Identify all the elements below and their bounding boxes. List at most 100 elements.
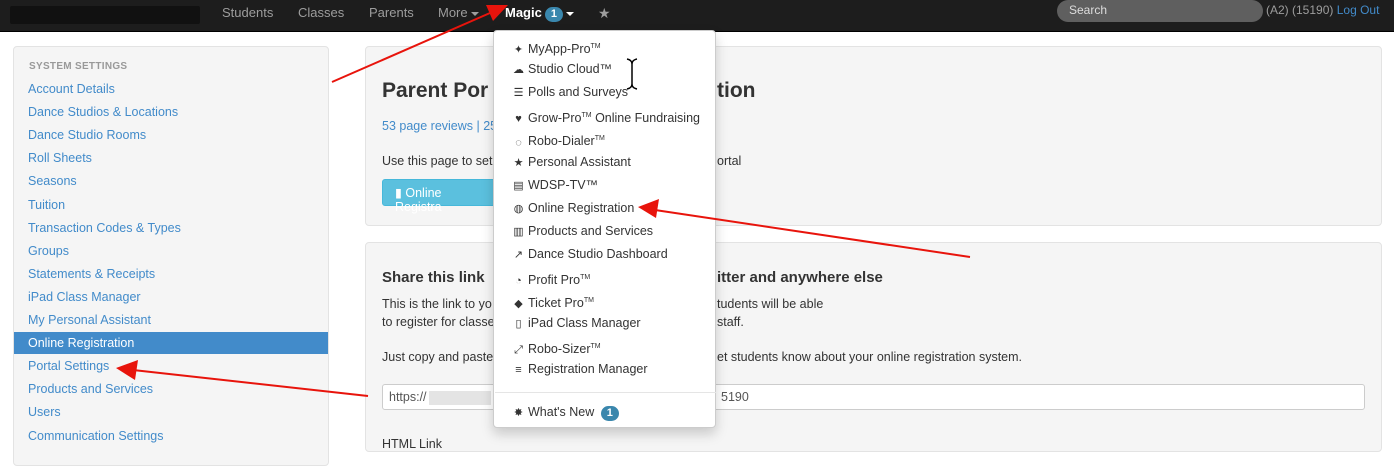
online-registration-button[interactable]: ▮ Online Registra — [382, 179, 502, 214]
sidebar-item-account-details[interactable]: Account Details — [14, 78, 328, 100]
menu-item-label: Ticket Pro — [528, 296, 584, 311]
nav-students[interactable]: Students — [222, 0, 273, 32]
whats-new-badge: 1 — [600, 406, 619, 421]
url-prefix: https:// — [389, 390, 427, 404]
menu-item-label: Online Registration — [528, 200, 635, 215]
trademark-mark: TM — [580, 274, 591, 281]
menu-item-label: Registration Manager — [528, 362, 648, 377]
menu-item-registration-manager[interactable]: ≡ Registration Manager — [494, 358, 715, 381]
menu-item-robo-dialer[interactable]: ◌ Robo-DialerTM — [494, 127, 715, 150]
page-title: Parent Por — [382, 79, 489, 102]
page-title-tail: tion — [717, 79, 756, 102]
nav-classes[interactable]: Classes — [298, 0, 344, 32]
form-icon: ▮ — [395, 186, 402, 200]
caret-down-icon — [565, 11, 574, 16]
trademark-mark: TM — [594, 135, 605, 143]
menu-item-personal-assistant[interactable]: ★ Personal Assistant — [494, 151, 715, 174]
share-text-3: Just copy and paste — [382, 350, 494, 364]
account-id: (A2) (15190) — [1266, 3, 1334, 17]
chart-icon: ↗ — [513, 248, 524, 261]
trademark-mark: TM — [590, 43, 601, 50]
sidebar-item-ipad-class-manager[interactable]: iPad Class Manager — [14, 286, 328, 308]
settings-sidebar: SYSTEM SETTINGS Account Details Dance Stu… — [13, 46, 329, 466]
menu-item-whats-new[interactable]: ✸ What's New 1 — [494, 401, 715, 424]
menu-item-robo-sizer[interactable]: ⤢ Robo-SizerTM — [494, 335, 715, 358]
sidebar-item-tuition[interactable]: Tuition — [14, 194, 328, 216]
menu-item-ticket-pro[interactable]: ◆ Ticket ProTM — [494, 289, 715, 312]
menu-item-label: Studio Cloud™ — [528, 62, 613, 77]
burst-icon: ✸ — [513, 407, 524, 419]
sidebar-item-groups[interactable]: Groups — [14, 240, 328, 262]
menu-item-myapp-pro[interactable]: ✦ MyApp-ProTM — [494, 35, 715, 58]
menu-item-ipad-class-manager[interactable]: ▯ iPad Class Manager — [494, 312, 715, 335]
list-icon: ☰ — [513, 87, 524, 100]
logout-link[interactable]: Log Out — [1337, 3, 1380, 17]
sidebar-item-online-registration[interactable]: Online Registration — [14, 332, 328, 355]
sidebar-item-statements-receipts[interactable]: Statements & Receipts — [14, 263, 328, 285]
share-text-2: to register for classe — [382, 315, 495, 329]
film-icon: ▤ — [513, 179, 524, 192]
share-heading-tail: itter and anywhere else — [717, 269, 883, 286]
tablet-icon: ▯ — [515, 318, 522, 331]
nav-parents[interactable]: Parents — [369, 0, 414, 32]
barcode-icon: ▥ — [513, 225, 524, 238]
search-input[interactable]: Search — [1057, 0, 1263, 22]
page-reviews-link[interactable]: 53 page reviews | 25 — [382, 119, 497, 133]
share-text-3-tail: et students know about your online regis… — [717, 350, 1023, 364]
page-description: Use this page to set — [382, 154, 493, 168]
url-suffix: 5190 — [721, 390, 749, 404]
sidebar-item-products-and-services[interactable]: Products and Services — [14, 378, 328, 400]
magic-dropdown-menu: ✦ MyApp-ProTM ☁ Studio Cloud™ ☰ Polls and Sur… — [493, 30, 716, 428]
cloud-icon: ☁ — [513, 64, 524, 77]
menu-item-grow-pro[interactable]: ♥ Grow-ProTM Online Fundraising — [494, 104, 715, 127]
menu-item-dance-studio-dashboard[interactable]: ↗ Dance Studio Dashboard — [494, 243, 715, 266]
sidebar-item-dance-studio-rooms[interactable]: Dance Studio Rooms — [14, 124, 328, 146]
globe-icon: ◍ — [513, 202, 524, 215]
stack-icon: ≡ — [515, 364, 522, 377]
sidebar-item-dance-studios-locations[interactable]: Dance Studios & Locations — [14, 101, 328, 123]
menu-item-products-and-services[interactable]: ▥ Products and Services — [494, 220, 715, 243]
user-info: (A2) (15190) Log Out — [1266, 3, 1379, 17]
menu-item-label: Dance Studio Dashboard — [528, 246, 668, 261]
caret-down-icon — [470, 11, 479, 16]
menu-item-label: Profit Pro — [528, 273, 581, 288]
sidebar-item-my-personal-assistant[interactable]: My Personal Assistant — [14, 309, 328, 331]
menu-item-studio-cloud[interactable]: ☁ Studio Cloud™ — [494, 58, 715, 81]
nav-magic[interactable]: Magic 1 — [505, 0, 574, 32]
share-text-2-tail: staff. — [717, 315, 744, 329]
menu-item-profit-pro[interactable]: ◔ Profit ProTM — [494, 266, 715, 289]
sidebar-item-communication-settings[interactable]: Communication Settings — [14, 425, 328, 447]
menu-item-label: Products and Services — [528, 223, 654, 238]
menu-item-label: Polls and Surveys — [528, 85, 629, 100]
trademark-mark: TM — [581, 112, 592, 120]
top-navbar: Students Classes Parents More Magic 1 ★ S… — [0, 0, 1394, 32]
button-label: Online Registra — [395, 186, 442, 214]
nav-more[interactable]: More — [438, 0, 479, 32]
sidebar-item-transaction-codes-types[interactable]: Transaction Codes & Types — [14, 217, 328, 239]
sidebar-item-users[interactable]: Users — [14, 401, 328, 423]
share-heading: Share this link — [382, 269, 485, 286]
menu-item-label: MyApp-Pro — [528, 42, 591, 57]
menu-item-label: Grow-Pro — [528, 111, 582, 126]
sidebar-heading: SYSTEM SETTINGS — [29, 61, 128, 72]
menu-item-online-registration[interactable]: ◍ Online Registration — [494, 197, 715, 220]
trademark-mark: TM — [583, 297, 594, 305]
menu-item-label: Robo-Sizer — [528, 342, 591, 357]
brand-logo[interactable] — [10, 6, 200, 24]
whats-new-label: What's New — [528, 405, 595, 419]
star-icon[interactable]: ★ — [598, 0, 611, 32]
share-text-1: This is the link to yo — [382, 297, 492, 311]
menu-item-suffix: Online Fundraising — [591, 111, 700, 126]
trademark-mark: TM — [590, 343, 601, 351]
menu-item-label: Robo-Dialer — [528, 134, 595, 149]
sidebar-item-portal-settings[interactable]: Portal Settings — [14, 355, 328, 377]
redacted-url — [428, 390, 491, 405]
menu-item-polls-and-surveys[interactable]: ☰ Polls and Surveys — [494, 81, 715, 104]
menu-item-label: Personal Assistant — [528, 154, 631, 169]
sidebar-item-seasons[interactable]: Seasons — [14, 170, 328, 192]
menu-divider — [495, 392, 716, 393]
sidebar-item-roll-sheets[interactable]: Roll Sheets — [14, 147, 328, 169]
menu-item-label: iPad Class Manager — [528, 316, 641, 331]
nav-more-label: More — [438, 5, 468, 20]
menu-item-wdsp-tv[interactable]: ▤ WDSP-TV™ — [494, 174, 715, 197]
